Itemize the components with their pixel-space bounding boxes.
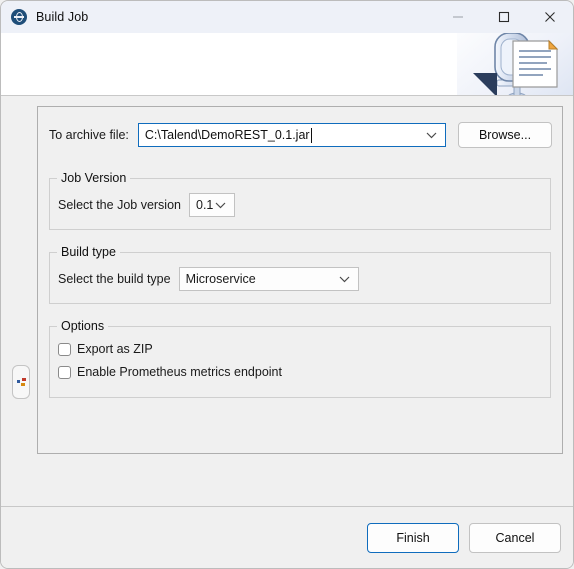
job-version-label: Select the Job version <box>58 198 181 212</box>
options-group-title: Options <box>57 319 109 333</box>
minimize-button[interactable] <box>435 1 481 33</box>
job-version-group-title: Job Version <box>57 171 131 185</box>
window-title: Build Job <box>36 10 89 24</box>
build-type-group-body: Select the build type Microservice <box>50 253 550 303</box>
checkbox-icon[interactable] <box>58 365 71 379</box>
browse-button[interactable]: Browse... <box>458 122 552 148</box>
option-label: Enable Prometheus metrics endpoint <box>77 365 282 379</box>
archive-file-row: To archive file: C:\Talend\DemoREST_0.1.… <box>49 122 552 148</box>
job-version-dropdown[interactable]: 0.1 <box>189 193 235 217</box>
dialog-body: To archive file: C:\Talend\DemoREST_0.1.… <box>1 96 573 506</box>
cancel-button[interactable]: Cancel <box>469 523 561 553</box>
option-enable-prometheus-metrics-endpoint[interactable]: Enable Prometheus metrics endpoint <box>58 362 550 382</box>
text-cursor <box>310 127 312 143</box>
archive-file-combo[interactable]: C:\Talend\DemoREST_0.1.jar <box>137 123 446 147</box>
dialog-footer: Finish Cancel <box>1 507 573 568</box>
restore-panel-handle[interactable] <box>12 365 30 399</box>
options-group: Options Export as ZIP Enable Prometheus … <box>49 319 551 398</box>
window-controls <box>435 1 573 33</box>
handle-mark-orange <box>21 383 25 386</box>
job-version-group-body: Select the Job version 0.1 <box>50 179 550 229</box>
build-type-value: Microservice <box>185 272 256 286</box>
chevron-down-icon[interactable] <box>215 202 226 209</box>
build-type-dropdown[interactable]: Microservice <box>178 267 359 291</box>
job-version-value: 0.1 <box>196 198 214 212</box>
archive-file-value: C:\Talend\DemoREST_0.1.jar <box>144 128 310 142</box>
option-label: Export as ZIP <box>77 342 153 356</box>
checkbox-icon[interactable] <box>58 342 71 356</box>
job-document-icon <box>457 33 573 95</box>
chevron-down-icon[interactable] <box>426 132 437 139</box>
build-type-group-title: Build type <box>57 245 120 259</box>
talend-logo-icon <box>11 9 27 25</box>
content-panel: To archive file: C:\Talend\DemoREST_0.1.… <box>37 106 563 454</box>
handle-mark-blue <box>17 380 20 383</box>
job-version-group: Job Version Select the Job version 0.1 <box>49 171 551 230</box>
finish-button[interactable]: Finish <box>367 523 459 553</box>
handle-mark-red <box>22 378 26 381</box>
maximize-button[interactable] <box>481 1 527 33</box>
build-job-dialog: Build Job To archive file: C:\Talend\Dem… <box>0 0 574 569</box>
title-bar: Build Job <box>1 1 573 33</box>
options-group-body: Export as ZIP Enable Prometheus metrics … <box>50 327 550 397</box>
build-type-group: Build type Select the build type Microse… <box>49 245 551 304</box>
dialog-header <box>1 33 573 95</box>
close-button[interactable] <box>527 1 573 33</box>
build-type-label: Select the build type <box>58 272 171 286</box>
option-export-as-zip[interactable]: Export as ZIP <box>58 339 550 359</box>
chevron-down-icon[interactable] <box>339 276 350 283</box>
archive-file-label: To archive file: <box>49 128 129 142</box>
